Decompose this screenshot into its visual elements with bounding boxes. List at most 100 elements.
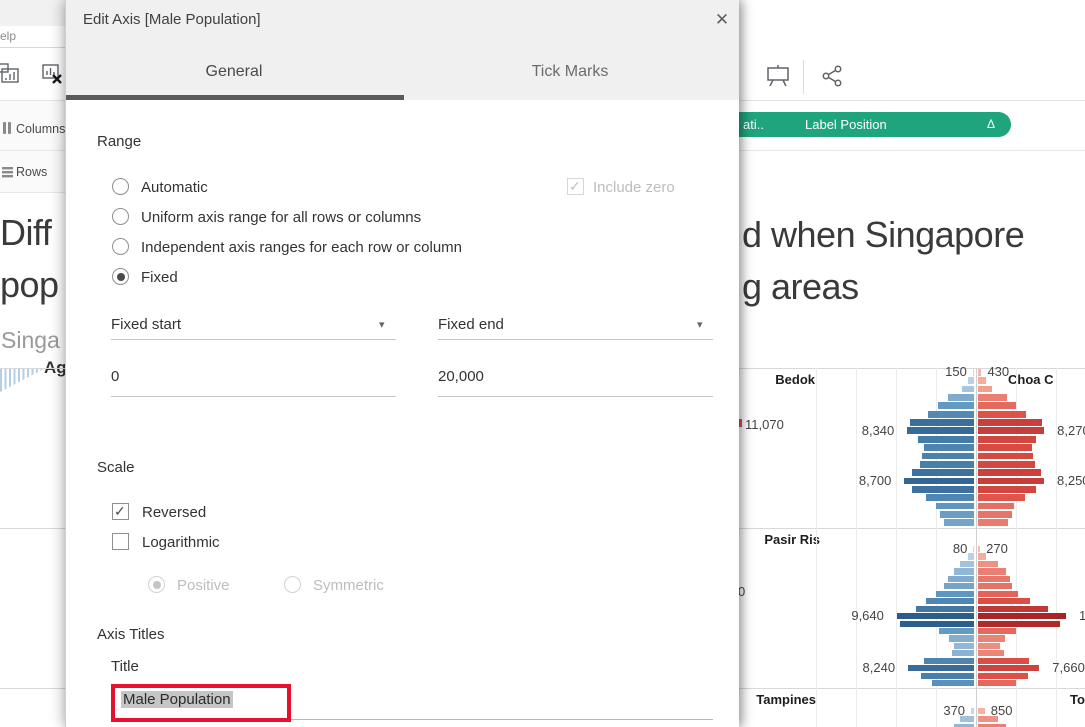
pyramid-bar-male[interactable]: [936, 503, 974, 510]
pyramid-bar-female[interactable]: [978, 519, 1008, 526]
pyramid-bar-female[interactable]: [978, 469, 1041, 476]
pyramid-bar-female[interactable]: [978, 486, 1036, 493]
pyramid-bar-male[interactable]: [971, 708, 974, 714]
pyramid-bar-male[interactable]: [921, 673, 974, 679]
pyramid-bar-male[interactable]: [916, 606, 974, 612]
reversed-label[interactable]: Reversed: [142, 504, 206, 521]
pyramid-bar-female[interactable]: [978, 635, 1005, 641]
pyramid-bar-male[interactable]: [912, 486, 974, 493]
presentation-mode-icon[interactable]: [764, 62, 792, 95]
pyramid-bar-male[interactable]: [936, 591, 974, 597]
pyramid-bar-male[interactable]: [954, 568, 974, 574]
radio-uniform[interactable]: [112, 208, 129, 225]
pyramid-bar-female[interactable]: [978, 461, 1035, 468]
radio-symmetric[interactable]: [284, 576, 301, 593]
pyramid-bar-female[interactable]: [978, 658, 1029, 664]
pyramid-bar-female[interactable]: [978, 386, 992, 393]
pyramid-bar-female[interactable]: [978, 419, 1042, 426]
pyramid-bar-female[interactable]: [978, 427, 1044, 434]
pyramid-bar-female[interactable]: [978, 402, 1016, 409]
pyramid-bar-female[interactable]: [978, 494, 1025, 501]
pyramid-bar-female[interactable]: [978, 511, 1012, 518]
pyramid-bar-female[interactable]: [978, 369, 981, 376]
fixed-start-input[interactable]: 0: [111, 368, 119, 385]
pyramid-bar-male[interactable]: [939, 628, 974, 634]
reversed-checkbox[interactable]: [112, 503, 129, 520]
pyramid-bar-male[interactable]: [968, 377, 974, 384]
logarithmic-label[interactable]: Logarithmic: [142, 534, 220, 551]
pyramid-bar-female[interactable]: [978, 478, 1044, 485]
pyramid-bar-female[interactable]: [978, 665, 1039, 671]
tab-general[interactable]: General: [66, 63, 402, 81]
pyramid-bar-male[interactable]: [926, 494, 974, 501]
clear-sheet-icon[interactable]: [38, 60, 66, 93]
pill-partial[interactable]: ati..: [738, 112, 791, 137]
pyramid-bar-female[interactable]: [978, 650, 1004, 656]
menu-help-partial[interactable]: elp: [0, 29, 16, 43]
pyramid-bar-male[interactable]: [928, 411, 974, 418]
columns-shelf-label[interactable]: Columns: [16, 122, 65, 136]
pyramid-bar-female[interactable]: [978, 673, 1028, 679]
pyramid-bar-female[interactable]: [978, 411, 1026, 418]
pyramid-bar-male[interactable]: [912, 469, 974, 476]
radio-fixed[interactable]: [112, 268, 129, 285]
radio-automatic[interactable]: [112, 178, 129, 195]
radio-independent-label[interactable]: Independent axis ranges for each row or …: [141, 239, 462, 256]
pyramid-bar-female[interactable]: [978, 561, 998, 567]
include-zero-checkbox[interactable]: [567, 178, 584, 195]
pyramid-bar-male[interactable]: [904, 478, 974, 485]
fixed-end-dropdown-caret[interactable]: [697, 318, 703, 331]
pyramid-bar-female[interactable]: [978, 621, 1060, 627]
pyramid-bar-male[interactable]: [907, 427, 974, 434]
pyramid-bar-female[interactable]: [978, 436, 1036, 443]
pyramid-bar-female[interactable]: [978, 583, 1012, 589]
rows-shelf-label[interactable]: Rows: [16, 165, 47, 179]
pyramid-bar-female[interactable]: [978, 377, 986, 384]
pyramid-bar-male[interactable]: [944, 583, 974, 589]
pyramid-bar-male[interactable]: [910, 419, 974, 426]
radio-independent[interactable]: [112, 238, 129, 255]
pyramid-bar-male[interactable]: [938, 402, 974, 409]
close-icon[interactable]: ✕: [711, 9, 733, 31]
pyramid-bar-male[interactable]: [973, 369, 974, 376]
pyramid-bar-female[interactable]: [978, 591, 1018, 597]
pyramid-bar-male[interactable]: [926, 598, 974, 604]
new-dashboard-icon[interactable]: [0, 60, 24, 95]
pyramid-bar-male[interactable]: [920, 461, 974, 468]
pyramid-bar-female[interactable]: [978, 708, 985, 714]
pyramid-bar-female[interactable]: [978, 394, 1007, 401]
pyramid-bar-male[interactable]: [922, 453, 974, 460]
pill-label-position[interactable]: Label Position Δ: [790, 112, 1011, 137]
pyramid-bar-male[interactable]: [932, 680, 974, 686]
pyramid-bar-male[interactable]: [940, 511, 974, 518]
tab-tick-marks[interactable]: Tick Marks: [402, 63, 738, 81]
pyramid-bar-female[interactable]: [978, 453, 1033, 460]
pyramid-bar-female[interactable]: [978, 613, 1066, 619]
pyramid-bar-female[interactable]: [978, 680, 1016, 686]
share-icon[interactable]: [820, 63, 846, 94]
pyramid-bar-female[interactable]: [978, 503, 1014, 510]
logarithmic-checkbox[interactable]: [112, 533, 129, 550]
pyramid-bar-male[interactable]: [973, 546, 974, 552]
radio-fixed-label[interactable]: Fixed: [141, 269, 178, 286]
pyramid-bar-male[interactable]: [948, 576, 974, 582]
pyramid-bar-male[interactable]: [897, 613, 974, 619]
pyramid-bar-female[interactable]: [978, 643, 1000, 649]
radio-automatic-label[interactable]: Automatic: [141, 179, 208, 196]
pyramid-bar-female[interactable]: [978, 568, 1006, 574]
pyramid-bar-male[interactable]: [908, 665, 974, 671]
pyramid-bar-male[interactable]: [948, 394, 974, 401]
pyramid-bar-male[interactable]: [954, 643, 974, 649]
pyramid-bar-male[interactable]: [900, 621, 974, 627]
pyramid-bar-male[interactable]: [952, 650, 974, 656]
radio-uniform-label[interactable]: Uniform axis range for all rows or colum…: [141, 209, 421, 226]
pyramid-bar-male[interactable]: [949, 635, 974, 641]
pyramid-bar-female[interactable]: [978, 606, 1048, 612]
pyramid-bar-male[interactable]: [968, 553, 974, 559]
radio-positive[interactable]: [148, 576, 165, 593]
pyramid-bar-male[interactable]: [944, 519, 974, 526]
pyramid-bar-female[interactable]: [978, 546, 980, 552]
pyramid-bar-female[interactable]: [978, 598, 1030, 604]
fixed-start-dropdown-caret[interactable]: [379, 318, 385, 331]
fixed-end-input[interactable]: 20,000: [438, 368, 484, 385]
